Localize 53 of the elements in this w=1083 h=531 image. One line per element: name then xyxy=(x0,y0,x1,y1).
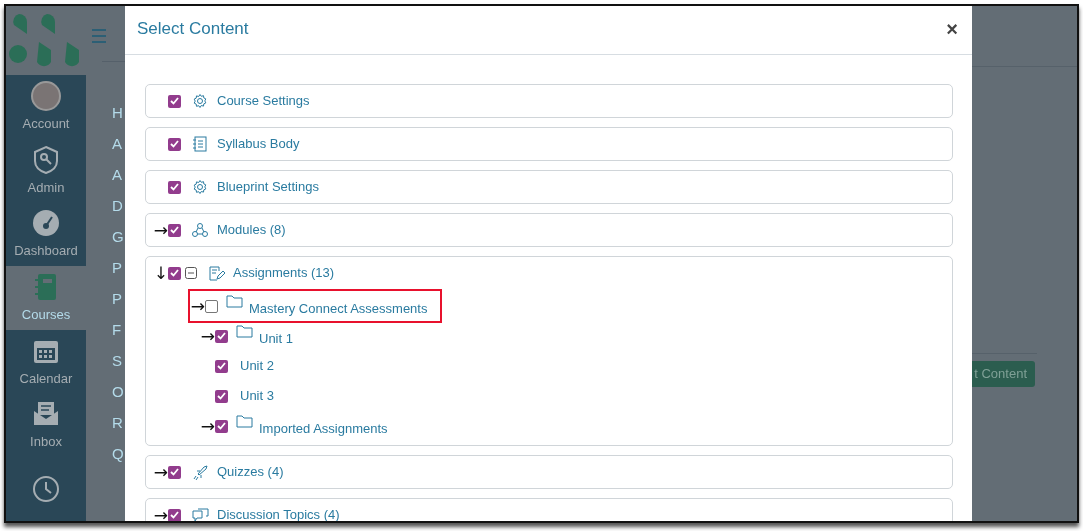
avatar-icon xyxy=(31,80,61,111)
nav-item[interactable]: Dashboard xyxy=(6,202,86,267)
checkbox[interactable] xyxy=(168,508,181,521)
checkbox[interactable] xyxy=(168,223,181,237)
expand-arrow[interactable]: ↓ xyxy=(150,264,168,282)
item-label[interactable]: Syllabus Body xyxy=(217,134,300,154)
checkbox[interactable] xyxy=(168,465,181,479)
nav-item[interactable]: Account xyxy=(6,75,86,139)
shield-key-icon xyxy=(31,144,61,175)
checkbox[interactable] xyxy=(215,329,228,343)
checkbox[interactable] xyxy=(168,266,181,280)
expand-arrow[interactable]: → xyxy=(190,297,205,315)
chat-bubbles-icon xyxy=(192,507,209,521)
checkbox[interactable] xyxy=(205,299,218,313)
folder-icon xyxy=(236,413,253,429)
document-list-icon xyxy=(192,136,209,152)
item-label[interactable]: Assignments (13) xyxy=(233,263,335,283)
expand-arrow[interactable]: → xyxy=(190,417,215,435)
expand-arrow[interactable]: → xyxy=(190,327,215,345)
clock-icon xyxy=(31,474,61,505)
nodes-icon xyxy=(192,222,209,238)
gauge-icon xyxy=(31,208,61,239)
folder-icon xyxy=(236,323,253,339)
item-label[interactable]: Blueprint Settings xyxy=(217,177,319,197)
checkbox[interactable] xyxy=(168,180,181,194)
item-label[interactable]: Course Settings xyxy=(217,91,310,111)
checkbox[interactable] xyxy=(215,419,228,433)
nav-item[interactable] xyxy=(6,457,86,521)
rocket-icon xyxy=(192,464,209,480)
nav-item[interactable]: Calendar xyxy=(6,329,86,394)
checkbox[interactable] xyxy=(215,359,228,373)
expand-arrow[interactable]: → xyxy=(150,506,168,521)
item-label[interactable]: Unit 1 xyxy=(259,329,293,349)
close-button[interactable]: × xyxy=(946,14,958,44)
checkbox[interactable] xyxy=(168,137,181,151)
collapse-icon[interactable] xyxy=(185,267,197,279)
item-label[interactable]: Unit 3 xyxy=(240,386,274,406)
checkbox[interactable] xyxy=(168,94,181,108)
checkbox[interactable] xyxy=(215,389,228,403)
expand-arrow[interactable]: → xyxy=(150,463,168,481)
folder-icon xyxy=(226,293,243,309)
nav-item[interactable]: Inbox xyxy=(6,393,86,458)
gear-icon xyxy=(192,179,209,195)
item-label[interactable]: Imported Assignments xyxy=(259,419,388,439)
dialog-title: Select Content xyxy=(137,18,249,41)
item-label[interactable]: Modules (8) xyxy=(217,220,286,240)
expand-arrow[interactable]: → xyxy=(150,221,168,239)
item-label[interactable]: Quizzes (4) xyxy=(217,462,284,482)
item-label[interactable]: Unit 2 xyxy=(240,356,274,376)
nav-item[interactable]: Admin xyxy=(6,138,86,203)
gear-icon xyxy=(192,93,209,109)
item-label[interactable]: Mastery Connect Assessments xyxy=(249,299,428,319)
pencil-document-icon xyxy=(208,265,225,281)
